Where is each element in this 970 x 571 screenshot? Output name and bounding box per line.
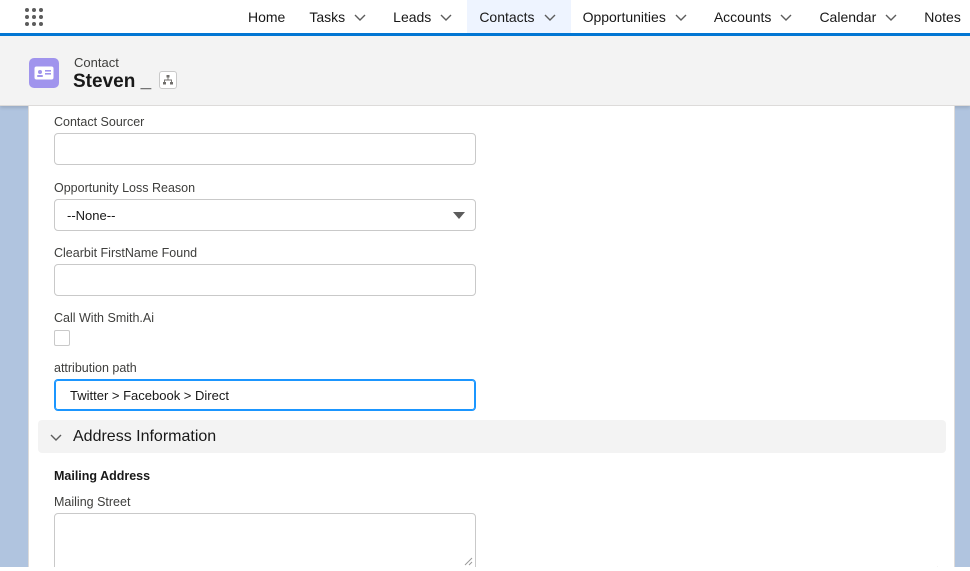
opportunity-loss-reason-select[interactable]: --None-- (54, 199, 476, 231)
clearbit-firstname-label: Clearbit FirstName Found (54, 246, 198, 260)
nav-tab-calendar[interactable]: Calendar (807, 0, 912, 33)
nav-tab-home[interactable]: Home (236, 0, 297, 33)
record-type-label: Contact (74, 55, 119, 70)
nav-tabs: Home Tasks Leads Contacts Opportunities … (236, 0, 970, 33)
contact-sourcer-label: Contact Sourcer (54, 115, 145, 129)
nav-tab-label: Notes (924, 8, 961, 25)
chevron-down-icon[interactable] (777, 8, 795, 26)
mailing-address-heading: Mailing Address (54, 469, 151, 483)
chevron-down-icon[interactable] (541, 8, 559, 26)
chevron-down-icon[interactable] (47, 428, 65, 446)
call-with-smith-checkbox[interactable] (54, 330, 70, 346)
mailing-street-label: Mailing Street (54, 495, 131, 509)
nav-tab-leads[interactable]: Leads (381, 0, 467, 33)
address-section-header[interactable]: Address Information (38, 420, 946, 453)
section-title: Address Information (73, 427, 217, 445)
contact-card-icon (29, 58, 59, 88)
chevron-down-icon[interactable] (351, 8, 369, 26)
contact-sourcer-input[interactable] (54, 133, 476, 165)
nav-tab-label: Accounts (713, 8, 772, 25)
opportunity-loss-reason-label: Opportunity Loss Reason (54, 181, 196, 195)
select-value: --None-- (67, 207, 116, 223)
chevron-down-icon[interactable] (672, 8, 690, 26)
global-nav-bar: Home Tasks Leads Contacts Opportunities … (0, 0, 970, 36)
hierarchy-icon[interactable] (159, 71, 177, 89)
nav-tab-label: Leads (393, 8, 432, 25)
attribution-path-input[interactable]: Twitter > Facebook > Direct (54, 379, 476, 411)
chevron-down-icon[interactable] (882, 8, 900, 26)
nav-tab-contacts[interactable]: Contacts (467, 0, 571, 33)
caret-down-icon (453, 212, 465, 219)
nav-tab-label: Calendar (819, 8, 877, 25)
record-header: Contact Steven _ (0, 36, 970, 106)
nav-tab-tasks[interactable]: Tasks (297, 0, 381, 33)
resize-grip-icon[interactable] (463, 556, 473, 566)
nav-tab-notes[interactable]: Notes (912, 0, 970, 33)
record-name: Steven _ (73, 71, 152, 92)
nav-tab-accounts[interactable]: Accounts (702, 0, 808, 33)
bottom-edge (0, 567, 970, 571)
mailing-street-textarea[interactable] (54, 513, 476, 567)
record-detail-card: Contact Sourcer Opportunity Loss Reason … (28, 106, 955, 567)
clearbit-firstname-input[interactable] (54, 264, 476, 296)
nav-tab-label: Contacts (479, 8, 535, 25)
app-launcher-grid-icon[interactable] (16, 0, 52, 33)
nav-tab-opportunities[interactable]: Opportunities (571, 0, 702, 33)
nav-tab-label: Opportunities (582, 8, 666, 25)
chevron-down-icon[interactable] (437, 8, 455, 26)
nav-tab-label: Home (248, 8, 286, 25)
attribution-path-label: attribution path (54, 361, 137, 375)
nav-tab-label: Tasks (309, 8, 346, 25)
call-with-smith-label: Call With Smith.Ai (54, 311, 155, 325)
